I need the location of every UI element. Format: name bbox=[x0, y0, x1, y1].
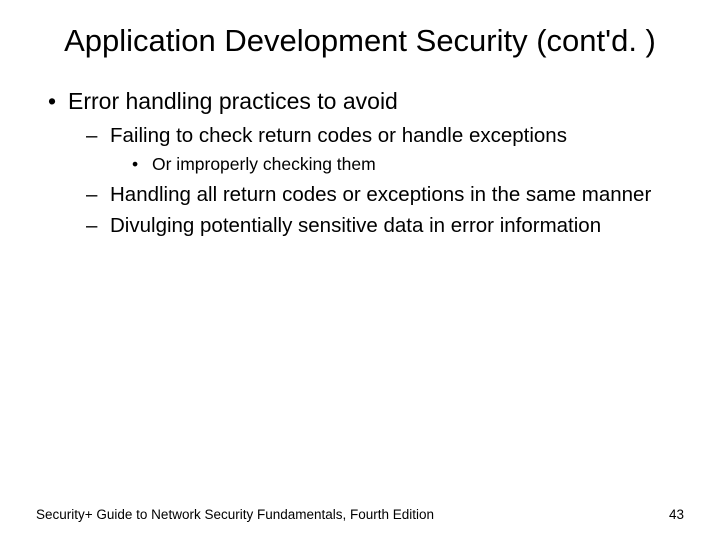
bullet-level2: Handling all return codes or exceptions … bbox=[44, 182, 684, 209]
slide-footer: Security+ Guide to Network Security Fund… bbox=[36, 507, 684, 522]
page-number: 43 bbox=[669, 507, 684, 522]
slide-content: Error handling practices to avoid Failin… bbox=[36, 87, 684, 240]
bullet-level3: Or improperly checking them bbox=[44, 153, 684, 176]
bullet-level2: Failing to check return codes or handle … bbox=[44, 123, 684, 150]
bullet-level1: Error handling practices to avoid bbox=[44, 87, 684, 117]
slide: Application Development Security (cont'd… bbox=[0, 0, 720, 540]
footer-text: Security+ Guide to Network Security Fund… bbox=[36, 507, 434, 522]
slide-title: Application Development Security (cont'd… bbox=[36, 22, 684, 61]
bullet-level2: Divulging potentially sensitive data in … bbox=[44, 213, 684, 240]
